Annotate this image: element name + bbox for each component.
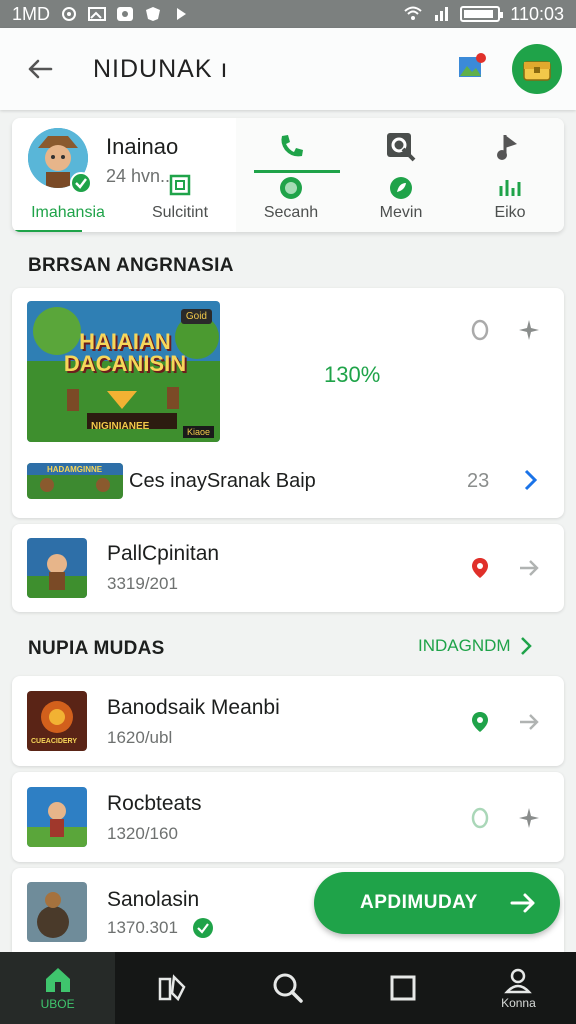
banner-badge: Kiaoe (182, 426, 214, 438)
progress-percent: 130% (324, 362, 381, 387)
nav-home[interactable]: UBOE (0, 952, 116, 1024)
arrow-right-icon[interactable] (517, 556, 541, 580)
featured-card[interactable]: HAIAIAN DACANISIN Goid NIGINIANEE Kiaoe … (12, 288, 564, 518)
tab-label: Sulcitint (151, 204, 209, 221)
profile-icon (504, 968, 533, 994)
section-title: NUPIA MUDAS (28, 638, 165, 659)
arrow-right-icon (510, 893, 535, 913)
item-title: PallCpinitan (107, 542, 220, 565)
nav-profile[interactable]: Konna (461, 952, 576, 1024)
page-title: NIDUNAK ı (93, 54, 229, 83)
item-thumbnail (27, 787, 87, 847)
nav-label: Konna (501, 996, 536, 1010)
status-time-right: 110:03 (510, 3, 564, 24)
tab-secanh[interactable]: Secanh (236, 118, 346, 232)
item-subtitle: 1320/160 (107, 824, 178, 843)
search-icon (273, 973, 303, 1003)
check-circle-icon (193, 918, 213, 938)
section-title: BRRSAN ANGRNASIA (28, 255, 234, 276)
list-item[interactable]: Rocbteats 1320/160 (12, 772, 564, 862)
item-title: Sanolasin (107, 888, 200, 911)
nav-tools[interactable] (115, 952, 230, 1024)
shield-status-icon (146, 7, 161, 21)
active-tab-indicator (12, 230, 82, 232)
leaf-icon (390, 177, 412, 199)
tab-imahansia[interactable]: Imahansia (12, 118, 124, 232)
chevron-right-icon[interactable] (518, 468, 542, 492)
banner-caption: NIGINIANEE (91, 421, 150, 432)
location-pin-icon[interactable] (468, 556, 492, 580)
arrow-left-icon[interactable] (25, 54, 55, 84)
item-subtitle: 1370.301 (107, 918, 178, 937)
wifi-icon (404, 6, 422, 20)
arrow-right-icon[interactable] (517, 710, 541, 734)
item-subtitle: 1620/ubl (107, 728, 173, 747)
location-pin-icon[interactable] (468, 710, 492, 734)
nav-recents[interactable] (346, 952, 461, 1024)
banner-title: HAIAIAN DACANISIN (63, 329, 187, 376)
zero-icon[interactable] (468, 806, 492, 830)
tools-icon (158, 974, 186, 1002)
game-badge-icon[interactable] (512, 44, 562, 94)
treasure-icon (523, 61, 551, 81)
primary-action-button[interactable]: APDIMUDAY (314, 872, 560, 934)
list-item[interactable]: PallCpinitan 3319/201 (12, 524, 564, 612)
search-icon (387, 133, 416, 162)
app-status-icon (117, 7, 134, 21)
item-title: Rocbteats (107, 792, 202, 815)
top-app-bar: NIDUNAK ı (0, 28, 576, 110)
play-status-icon (177, 8, 187, 20)
grid-icon (169, 174, 191, 196)
nav-label: UBOE (40, 997, 75, 1011)
secondary-count: 23 (467, 470, 490, 492)
photo-notification-icon[interactable] (458, 52, 488, 80)
secondary-thumb: HADAMGINNE (27, 463, 123, 499)
active-tab-bar (254, 170, 340, 173)
see-all-link[interactable]: INDAGNDM (418, 636, 533, 656)
featured-banner[interactable]: HAIAIAN DACANISIN Goid NIGINIANEE Kiaoe (27, 301, 220, 442)
face-icon (280, 177, 302, 199)
item-thumb-text: CUEACIDERY (31, 738, 78, 745)
primary-action-label: APDIMUDAY (360, 892, 478, 913)
zero-icon[interactable] (468, 318, 492, 342)
battery-icon (460, 6, 504, 22)
tab-label: Secanh (263, 204, 319, 221)
home-icon (45, 968, 70, 992)
nav-search[interactable] (230, 952, 345, 1024)
settings-status-icon (62, 7, 77, 21)
image-status-icon (88, 7, 107, 21)
profile-card: Inainao 24 hvn.. Imahansia Sulcitint Sec… (12, 118, 564, 232)
item-subtitle: 3319/201 (107, 574, 178, 593)
status-time-left: 1MD (12, 3, 51, 24)
item-thumbnail (27, 538, 87, 598)
signal-icon (435, 7, 449, 21)
list-item[interactable]: CUEACIDERY Banodsaik Meanbi 1620/ubl (12, 676, 564, 766)
secondary-title: Ces inaySranak Baip (129, 470, 316, 492)
bottom-navigation: UBOE Konna (0, 952, 576, 1024)
tab-label: Mevin (379, 204, 423, 221)
chevron-right-icon (520, 637, 532, 655)
sparkle-icon[interactable] (517, 806, 541, 830)
tab-label: Imahansia (31, 204, 105, 221)
sparkle-icon[interactable] (517, 318, 541, 342)
phone-icon (281, 135, 303, 157)
item-thumbnail (27, 882, 87, 942)
see-all-label: INDAGNDM (418, 636, 511, 655)
banner-tag: Goid (180, 309, 212, 324)
item-thumbnail: CUEACIDERY (27, 691, 87, 751)
item-title: Banodsaik Meanbi (107, 696, 280, 719)
tab-eiko[interactable]: Eiko (456, 118, 564, 232)
music-icon (497, 135, 517, 160)
status-bar: 1MD 110:03 (0, 0, 576, 28)
chart-icon (499, 180, 521, 196)
square-icon (390, 975, 416, 1001)
tab-sulcitint[interactable]: Sulcitint (124, 118, 236, 232)
secondary-thumb-text: HADAMGINNE (47, 465, 103, 474)
tab-mevin[interactable]: Mevin (346, 118, 456, 232)
tab-label: Eiko (494, 204, 526, 221)
